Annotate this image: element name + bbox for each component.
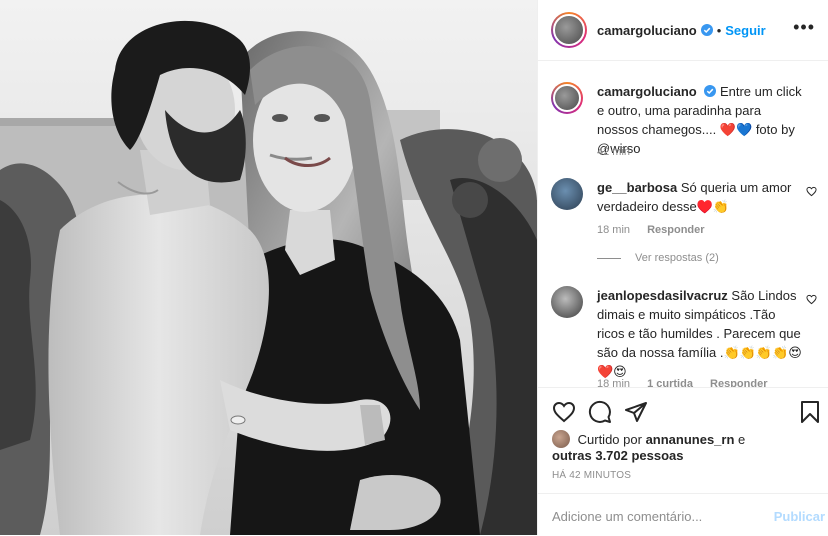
comment-like-icon[interactable]: [806, 186, 817, 197]
post-side-panel: camargoluciano • Seguir ••• camargolucia…: [537, 0, 828, 535]
action-icons-row: [552, 400, 822, 426]
comment-item: jeanlopesdasilvacruz São Lindos dimais e…: [551, 286, 821, 387]
couple-photo-image: [0, 0, 537, 535]
post-actions: Curtido por annanunes_rn e outras 3.702 …: [538, 387, 828, 535]
commenter-avatar[interactable]: [551, 286, 583, 318]
verified-icon: [700, 24, 713, 36]
view-replies-button[interactable]: Ver respostas (2): [597, 252, 719, 264]
comments-section[interactable]: camargoluciano Entre um click e outro, u…: [538, 62, 828, 387]
reply-button[interactable]: Responder: [710, 378, 767, 387]
commenter-avatar[interactable]: [551, 178, 583, 210]
likes-others[interactable]: outras 3.702 pessoas: [552, 448, 684, 463]
view-replies-label: Ver respostas (2): [635, 252, 719, 264]
likes-summary: Curtido por annanunes_rn e outras 3.702 …: [552, 430, 822, 464]
verified-icon: [704, 85, 717, 97]
liker-username[interactable]: annanunes_rn: [646, 432, 735, 447]
post-caption: camargoluciano Entre um click e outro, u…: [551, 82, 821, 172]
comment-like-icon[interactable]: [806, 294, 817, 305]
post-photo[interactable]: [0, 0, 537, 535]
post-timestamp[interactable]: HÁ 42 MINUTOS: [552, 470, 631, 481]
post-header: camargoluciano • Seguir •••: [538, 0, 828, 61]
comment-icon[interactable]: [588, 400, 612, 424]
replies-divider: [597, 257, 621, 259]
add-comment-input[interactable]: Adicione um comentário...: [552, 509, 702, 524]
share-icon[interactable]: [624, 400, 648, 424]
follow-button[interactable]: Seguir: [725, 23, 765, 38]
comment-likes[interactable]: 1 curtida: [647, 378, 693, 387]
publish-button[interactable]: Publicar: [774, 509, 825, 524]
bookmark-icon[interactable]: [798, 400, 822, 424]
reply-button[interactable]: Responder: [647, 224, 704, 236]
liker-avatar[interactable]: [552, 430, 570, 448]
more-options-icon[interactable]: •••: [793, 18, 815, 36]
caption-time: 42 min: [597, 146, 631, 158]
author-username[interactable]: camargoluciano: [597, 23, 697, 38]
heart-icon[interactable]: [552, 400, 576, 424]
likes-conj: e: [738, 432, 746, 447]
instagram-post: camargoluciano • Seguir ••• camargolucia…: [0, 0, 828, 535]
separator-dot: •: [716, 22, 722, 38]
comment-username[interactable]: jeanlopesdasilvacruz: [597, 288, 728, 303]
add-comment-bar: Adicione um comentário... Publicar: [538, 493, 828, 536]
comment-time: 18 min: [597, 378, 631, 387]
comment-time: 18 min: [597, 224, 631, 236]
author-avatar[interactable]: [551, 12, 587, 48]
likes-prefix: Curtido por: [577, 432, 642, 447]
caption-username[interactable]: camargoluciano: [597, 84, 697, 99]
comment-username[interactable]: ge__barbosa: [597, 180, 677, 195]
caption-avatar[interactable]: [551, 82, 583, 114]
